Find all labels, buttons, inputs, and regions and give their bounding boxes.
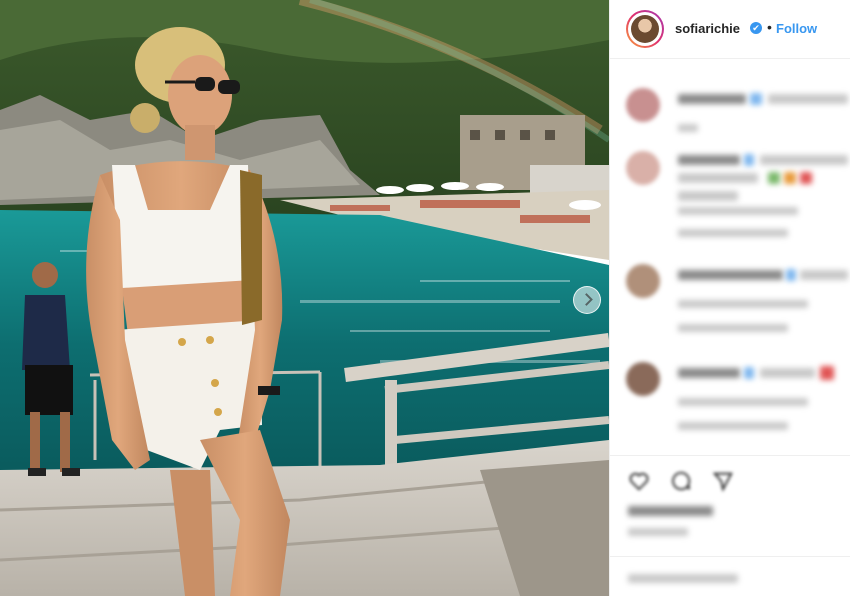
comment-text-blurred — [768, 94, 848, 104]
comment-text-blurred — [800, 270, 848, 280]
comment-badge-blurred — [744, 367, 754, 379]
post-actions — [610, 455, 850, 597]
comment-username-blurred[interactable] — [678, 94, 746, 104]
comment-username-blurred[interactable] — [678, 368, 740, 378]
comment-badge-blurred — [744, 154, 754, 166]
divider — [610, 556, 850, 557]
comment-meta-blurred — [678, 398, 808, 406]
comment-icon[interactable] — [670, 470, 692, 492]
post-header: sofiarichie ✔ • Follow — [610, 0, 850, 59]
avatar-border — [628, 12, 662, 46]
comment-meta-blurred — [678, 124, 698, 132]
comment-text-blurred — [760, 155, 848, 165]
emoji-blurred — [784, 172, 796, 184]
comment-username-blurred[interactable] — [678, 270, 783, 280]
emoji-blurred — [800, 172, 812, 184]
comment-badge-blurred — [750, 93, 762, 105]
comment-item — [610, 358, 850, 438]
comment-avatar[interactable] — [626, 362, 660, 396]
post-photo-scene — [0, 0, 609, 596]
emoji-blurred — [820, 366, 834, 380]
view-replies-blurred[interactable] — [678, 229, 788, 237]
comment-avatar[interactable] — [626, 88, 660, 122]
add-comment-input-blurred[interactable] — [628, 574, 738, 583]
emoji-blurred — [768, 172, 780, 184]
comment-avatar[interactable] — [626, 151, 660, 185]
avatar[interactable] — [626, 10, 664, 48]
comment-avatar[interactable] — [626, 264, 660, 298]
post-date-blurred — [628, 528, 688, 536]
comment-meta-blurred — [678, 300, 808, 308]
post-photo[interactable] — [0, 0, 609, 596]
comment-text-blurred — [760, 368, 815, 378]
verified-badge-icon: ✔ — [750, 22, 762, 34]
post-sidebar: sofiarichie ✔ • Follow — [609, 0, 850, 596]
comment-item — [610, 145, 850, 245]
share-icon[interactable] — [712, 470, 734, 492]
comment-text-blurred — [678, 173, 758, 183]
separator-dot: • — [767, 19, 772, 35]
comment-text-blurred — [678, 191, 738, 201]
follow-button[interactable]: Follow — [776, 21, 817, 36]
comment-username-blurred[interactable] — [678, 155, 740, 165]
avatar-image — [631, 15, 659, 43]
comment-item — [610, 260, 850, 340]
carousel-next-button[interactable] — [573, 286, 601, 314]
likes-count-blurred[interactable] — [628, 506, 713, 516]
view-replies-blurred[interactable] — [678, 422, 788, 430]
comment-meta-blurred — [678, 207, 798, 215]
view-replies-blurred[interactable] — [678, 324, 788, 332]
comment-badge-blurred — [786, 269, 796, 281]
username-link[interactable]: sofiarichie — [675, 21, 740, 36]
heart-icon[interactable] — [628, 470, 650, 492]
comment-item — [610, 80, 850, 140]
